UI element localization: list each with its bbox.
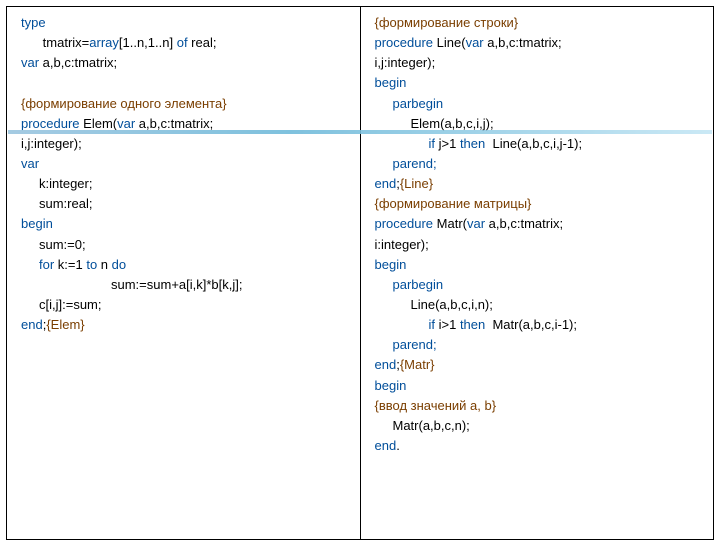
comment-line: {ввод значений a, b} [375,396,704,416]
kw-begin: begin [375,376,704,396]
comment-line: {формирование строки} [375,13,704,33]
code-line: sum:real; [21,194,350,214]
code-line: end. [375,436,704,456]
code-line: parend; [375,335,704,355]
kw-begin: begin [375,73,704,93]
kw-begin: begin [21,214,350,234]
code-line: if i>1 then Matr(a,b,c,i-1); [375,315,704,335]
kw-parbegin: parbegin [375,275,704,295]
code-line: i,j:integer); [375,53,704,73]
code-line: end;{Matr} [375,355,704,375]
code-line: var a,b,c:tmatrix; [21,53,350,73]
code-line: Line(a,b,c,i,n); [375,295,704,315]
kw-parbegin: parbegin [375,94,704,114]
code-line: Matr(a,b,c,n); [375,416,704,436]
left-column: type tmatrix=array[1..n,1..n] of real; v… [7,7,361,539]
code-line: c[i,j]:=sum; [21,295,350,315]
code-line: parend; [375,154,704,174]
code-line: procedure Elem(var a,b,c:tmatrix; [21,114,350,134]
code-line: i:integer); [375,235,704,255]
kw-begin: begin [375,255,704,275]
kw-var: var [21,154,350,174]
code-line: for k:=1 to n do [21,255,350,275]
code-line: procedure Line(var a,b,c:tmatrix; [375,33,704,53]
code-line: end;{Line} [375,174,704,194]
comment-line: {формирование одного элемента} [21,94,350,114]
code-line: i,j:integer); [21,134,350,154]
code-line: k:integer; [21,174,350,194]
blank-line [21,73,350,93]
comment-line: {формирование матрицы} [375,194,704,214]
code-line: if j>1 then Line(a,b,c,i,j-1); [375,134,704,154]
code-line: procedure Matr(var a,b,c:tmatrix; [375,214,704,234]
right-column: {формирование строки} procedure Line(var… [361,7,714,539]
code-line: tmatrix=array[1..n,1..n] of real; [21,33,350,53]
columns: type tmatrix=array[1..n,1..n] of real; v… [6,6,714,540]
kw-type: type [21,15,46,30]
code-line: sum:=sum+a[i,k]*b[k,j]; [21,275,350,295]
code-line: Elem(a,b,c,i,j); [375,114,704,134]
code-slide: type tmatrix=array[1..n,1..n] of real; v… [0,0,720,540]
code-line: sum:=0; [21,235,350,255]
code-line: end;{Elem} [21,315,350,335]
code-line: type [21,13,350,33]
